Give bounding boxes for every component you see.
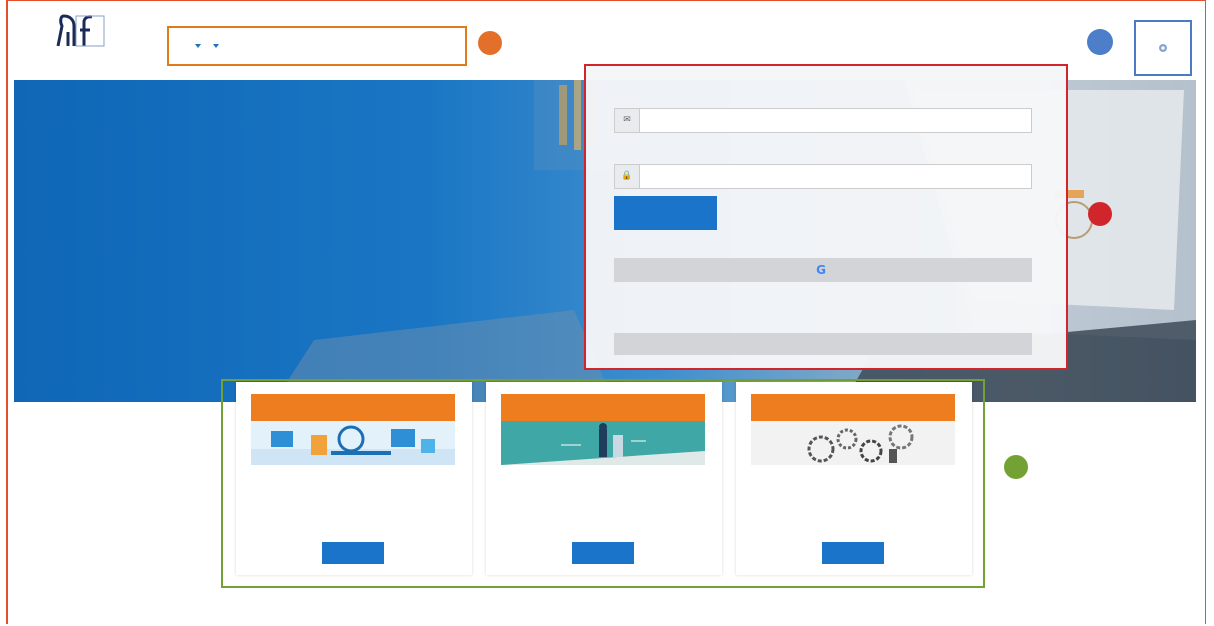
settings-button[interactable] (1134, 20, 1192, 76)
teacher-guide-card (486, 382, 722, 575)
technical-assistance-illustration (751, 421, 955, 465)
google-login-button[interactable]: G (614, 258, 1032, 282)
student-guide-card (236, 382, 472, 575)
envelope-icon: ✉ (615, 109, 640, 132)
password-field: 🔒 (614, 164, 1032, 189)
technical-assistance-card (736, 382, 972, 575)
main-navigation (167, 26, 467, 66)
chevron-down-icon (195, 43, 201, 48)
chevron-down-icon (213, 43, 219, 48)
card-title (751, 394, 955, 421)
nav-about-dropdown[interactable] (191, 41, 201, 51)
card-title (251, 394, 455, 421)
google-icon: G (816, 263, 826, 277)
anonymous-login-button[interactable] (614, 333, 1032, 355)
password-input[interactable] (643, 167, 1027, 187)
teacher-guide-illustration (501, 421, 705, 465)
gear-icon (1159, 44, 1167, 52)
nav-help-dropdown[interactable] (209, 41, 219, 51)
username-input[interactable] (643, 111, 1027, 131)
username-field: ✉ (614, 108, 1032, 133)
callout-number-1 (478, 31, 502, 55)
login-panel: ✉ 🔒 G (584, 64, 1068, 370)
callout-number-2 (1087, 29, 1113, 55)
callout-number-3 (1088, 202, 1112, 226)
card-title (501, 394, 705, 421)
callout-number-4 (1004, 455, 1028, 479)
student-guide-illustration (251, 421, 455, 465)
teacher-guide-more-button[interactable] (572, 542, 634, 564)
lock-icon: 🔒 (615, 165, 640, 188)
university-logo-icon (56, 14, 105, 47)
login-submit-button[interactable] (614, 196, 717, 230)
technical-assistance-more-button[interactable] (822, 542, 884, 564)
university-logo[interactable] (28, 12, 146, 68)
student-guide-more-button[interactable] (322, 542, 384, 564)
